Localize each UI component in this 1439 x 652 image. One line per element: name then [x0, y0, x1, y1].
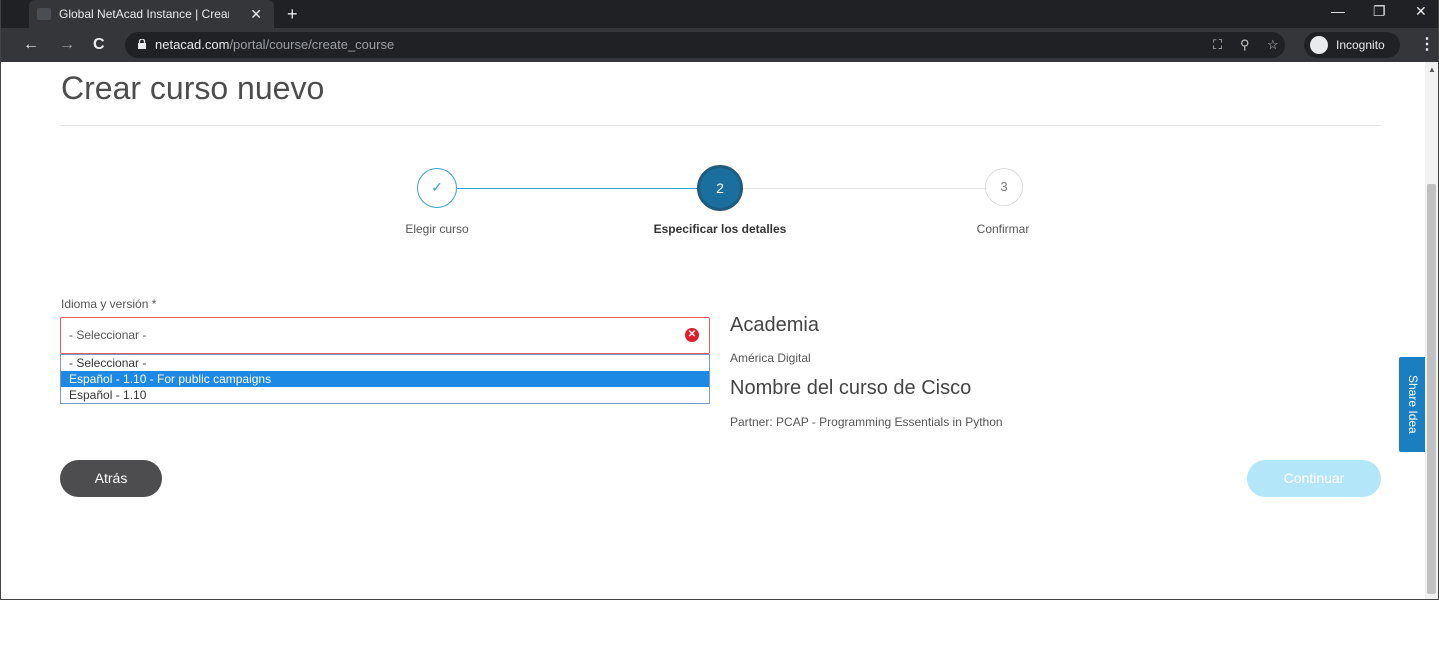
url-text: netacad.com/portal/course/create_course [155, 37, 395, 52]
scroll-up-icon[interactable]: ▲ [1428, 65, 1436, 74]
page-content: Crear curso nuevo ✓ 2 3 Elegir curso Esp… [1, 62, 1427, 599]
incognito-label: Incognito [1336, 38, 1385, 52]
back-button[interactable]: Atrás [60, 460, 162, 497]
language-version-label: Idioma y versión * [61, 297, 157, 311]
stepper-line-done [457, 188, 697, 189]
academy-heading: Academia [730, 314, 819, 336]
step-1-label: Elegir curso [405, 222, 469, 236]
select-value: - Seleccionar - [69, 328, 147, 342]
zoom-icon[interactable]: ⚲ [1240, 32, 1250, 58]
stepper-line-pending [743, 188, 985, 189]
incognito-icon [1310, 36, 1328, 54]
step-1-check-icon: ✓ [417, 168, 457, 208]
continue-button[interactable]: Continuar [1247, 460, 1381, 497]
address-bar[interactable]: netacad.com/portal/course/create_course … [125, 32, 1285, 58]
browser-window: Global NetAcad Instance | Crear c ✕ + — … [0, 0, 1439, 600]
step-3-label: Confirmar [976, 222, 1030, 236]
forward-nav-button[interactable]: → [59, 28, 75, 62]
translate-icon[interactable]: ⛶ [1213, 32, 1222, 58]
step-3-indicator: 3 [985, 168, 1023, 206]
menu-icon[interactable]: ⋮ [1419, 28, 1435, 62]
select-dropdown: - Seleccionar - Español - 1.10 - For pub… [60, 354, 710, 404]
option-select-placeholder[interactable]: - Seleccionar - [61, 355, 709, 371]
share-idea-button[interactable]: Share Idea [1399, 357, 1427, 452]
tab-close-icon[interactable]: ✕ [250, 0, 262, 28]
incognito-badge[interactable]: Incognito [1304, 32, 1400, 58]
course-heading: Nombre del curso de Cisco [730, 377, 972, 399]
back-nav-button[interactable]: ← [23, 28, 39, 62]
star-icon[interactable]: ☆ [1267, 32, 1279, 58]
tab-title: Global NetAcad Instance | Crear c [59, 7, 229, 21]
window-close-button[interactable]: ✕ [1415, 0, 1427, 22]
favicon-icon [37, 8, 51, 20]
new-tab-button[interactable]: + [287, 0, 298, 28]
restore-button[interactable]: ❐ [1373, 0, 1386, 22]
browser-toolbar: ← → C netacad.com/portal/course/create_c… [1, 28, 1438, 62]
reload-button[interactable]: C [93, 28, 105, 62]
step-2-indicator: 2 [697, 165, 743, 211]
option-espanol-1-10[interactable]: Español - 1.10 [61, 387, 709, 403]
tab-strip: Global NetAcad Instance | Crear c ✕ + — … [1, 0, 1438, 28]
course-value: Partner: PCAP - Programming Essentials i… [730, 415, 1003, 429]
page-title: Crear curso nuevo [61, 70, 325, 106]
option-espanol-public-campaigns[interactable]: Español - 1.10 - For public campaigns [61, 371, 709, 387]
lock-icon [138, 39, 146, 49]
scrollbar[interactable]: ▲ [1425, 62, 1438, 599]
scroll-thumb[interactable] [1427, 184, 1436, 594]
error-icon: ✕ [685, 328, 699, 342]
minimize-button[interactable]: — [1331, 0, 1345, 22]
title-divider [61, 125, 1381, 126]
language-version-select[interactable]: - Seleccionar - ✕ [60, 317, 710, 354]
browser-tab[interactable]: Global NetAcad Instance | Crear c ✕ [29, 0, 274, 28]
step-2-label: Especificar los detalles [653, 222, 787, 236]
academy-value: América Digital [730, 351, 811, 365]
